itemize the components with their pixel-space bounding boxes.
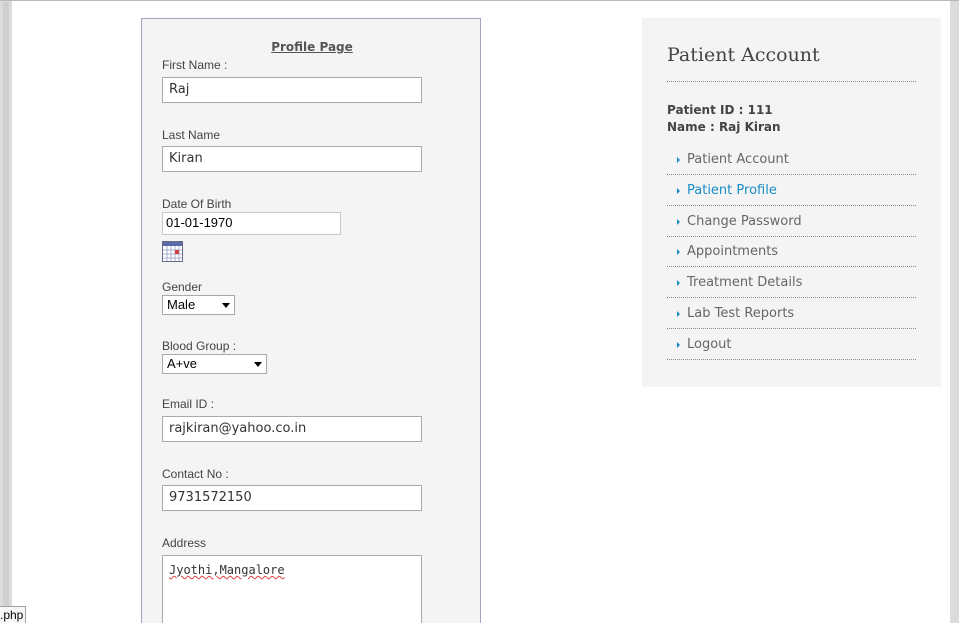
arrow-bullet-icon xyxy=(677,311,680,317)
gender-label: Gender xyxy=(162,280,203,294)
gender-select[interactable]: Male xyxy=(162,295,235,315)
last-name-label: Last Name xyxy=(162,128,221,142)
contact-input[interactable]: 9731572150 xyxy=(162,485,422,511)
sidebar-item-label: Treatment Details xyxy=(687,275,803,290)
sidebar-divider xyxy=(667,81,916,82)
first-name-label: First Name : xyxy=(162,58,228,72)
form-title: Profile Page xyxy=(271,40,353,54)
sidebar-item-label: Change Password xyxy=(687,214,802,229)
sidebar-item-patient-account[interactable]: Patient Account xyxy=(667,145,916,175)
sidebar-item-label: Logout xyxy=(687,337,732,352)
address-value: Jyothi,Mangalore xyxy=(169,563,285,577)
sidebar-item-appointments[interactable]: Appointments xyxy=(667,237,916,267)
dob-input[interactable]: 01-01-1970 xyxy=(162,212,341,235)
dropdown-arrow-icon xyxy=(254,362,262,367)
sidebar-item-label: Lab Test Reports xyxy=(687,306,795,321)
status-bar-url: .php xyxy=(0,606,26,623)
page: Profile Page First Name : Raj Last Name … xyxy=(0,0,959,623)
sidebar-item-label: Appointments xyxy=(687,244,779,259)
email-label: Email ID : xyxy=(162,397,215,411)
sidebar-item-label: Patient Account xyxy=(687,152,789,167)
profile-form: Profile Page First Name : Raj Last Name … xyxy=(141,18,481,623)
blood-group-value: A+ve xyxy=(167,356,197,371)
blood-group-label: Blood Group : xyxy=(162,339,237,353)
arrow-bullet-icon xyxy=(677,342,680,348)
address-label: Address xyxy=(162,536,207,550)
sidebar-item-label: Patient Profile xyxy=(687,183,777,198)
patient-sidebar: Patient Account Patient ID : 111 Name : … xyxy=(642,18,941,387)
sidebar-item-lab-test-reports[interactable]: Lab Test Reports xyxy=(667,299,916,329)
email-input[interactable]: rajkiran@yahoo.co.in xyxy=(162,416,422,442)
sidebar-title: Patient Account xyxy=(667,44,820,66)
sidebar-item-treatment-details[interactable]: Treatment Details xyxy=(667,268,916,298)
sidebar-item-patient-profile[interactable]: Patient Profile xyxy=(667,176,916,206)
gender-value: Male xyxy=(167,297,196,312)
arrow-bullet-icon xyxy=(677,249,680,255)
address-textarea[interactable]: Jyothi,Mangalore .: xyxy=(162,555,422,623)
blood-group-select[interactable]: A+ve xyxy=(162,354,267,374)
sidebar-item-logout[interactable]: Logout xyxy=(667,330,916,360)
left-scroll-strip xyxy=(0,1,12,623)
calendar-icon[interactable] xyxy=(162,241,183,262)
contact-label: Contact No : xyxy=(162,467,229,481)
arrow-bullet-icon xyxy=(677,188,680,194)
patient-name: Name : Raj Kiran xyxy=(667,120,781,134)
sidebar-item-change-password[interactable]: Change Password xyxy=(667,207,916,237)
patient-id: Patient ID : 111 xyxy=(667,103,773,117)
last-name-input[interactable]: Kiran xyxy=(162,146,422,172)
arrow-bullet-icon xyxy=(677,280,680,286)
arrow-bullet-icon xyxy=(677,219,680,225)
first-name-input[interactable]: Raj xyxy=(162,77,422,103)
right-scroll-strip[interactable] xyxy=(950,1,959,623)
dropdown-arrow-icon xyxy=(222,303,230,308)
dob-label: Date Of Birth xyxy=(162,197,232,211)
arrow-bullet-icon xyxy=(677,157,680,163)
